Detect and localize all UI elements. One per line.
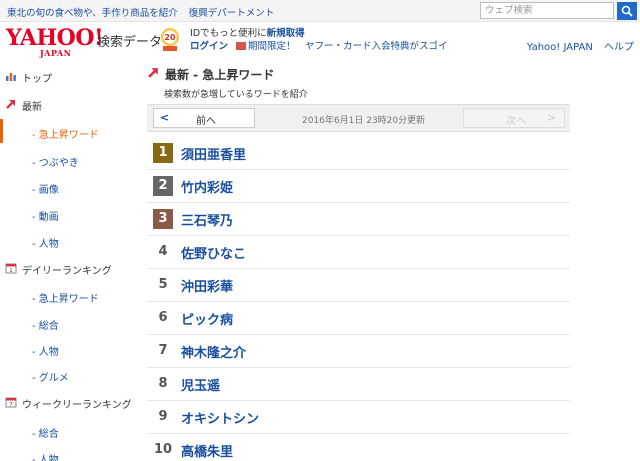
- ranking-keyword-link[interactable]: 神木隆之介: [181, 342, 246, 361]
- page-description: 検索数が急増しているワードを紹介: [164, 90, 308, 100]
- help-link[interactable]: ヘルプ: [604, 42, 634, 53]
- rank-number: 1: [153, 143, 173, 163]
- login-link[interactable]: ログイン: [190, 41, 228, 52]
- ranking-row: 2 竹内彩姫: [147, 170, 570, 203]
- sidebar-item-label: - 総合: [32, 321, 59, 332]
- sidebar-item-label: - 人物: [32, 455, 59, 461]
- sidebar-item-label: - 画像: [32, 185, 59, 196]
- ranking-row: 9 オキシトシン: [147, 401, 570, 434]
- sidebar-item-label: ウィークリーランキング: [22, 400, 132, 411]
- ranking-keyword-link[interactable]: 沖田彩華: [181, 276, 233, 295]
- rank-number: 7: [158, 343, 168, 358]
- sidebar-item-label: - 人物: [32, 347, 59, 358]
- updated-timestamp: 2016年6月1日 23時20分更新: [302, 116, 426, 126]
- ranking-row: 8 児玉遥: [147, 368, 570, 401]
- sidebar-item-label: - 総合: [32, 429, 59, 440]
- search-icon: [621, 5, 633, 17]
- ranking-row: 4 佐野ひなこ: [147, 236, 570, 269]
- sidebar-item-label: デイリーランキング: [22, 266, 112, 277]
- top-link-fukko[interactable]: 復興デパートメント: [189, 8, 275, 19]
- chevron-right-icon: >: [546, 111, 556, 124]
- chevron-left-icon: <: [160, 111, 170, 124]
- calendar-icon: 7: [5, 397, 17, 408]
- ranking-row: 1 須田亜香里: [147, 137, 570, 170]
- sidebar-item-label: トップ: [22, 74, 52, 85]
- prev-button[interactable]: < 前へ: [153, 108, 255, 128]
- ranking-keyword-link[interactable]: 高橋朱里: [181, 441, 233, 460]
- rank-number: 5: [158, 277, 168, 292]
- svg-text:7: 7: [9, 402, 12, 408]
- search-button[interactable]: [617, 2, 637, 20]
- rank-number: 6: [158, 310, 168, 325]
- trend-arrow-icon: [148, 68, 158, 78]
- rank-number: 8: [158, 376, 168, 391]
- rank-number: 10: [153, 442, 173, 457]
- top-promo-bar: 東北の旬の食べ物や、手作り商品を紹介 復興デパートメント: [0, 0, 640, 22]
- ranking-row: 7 神木隆之介: [147, 335, 570, 368]
- site-header: YAHOO! JAPAN 検索データ 20 IDでもっと便利に新規取得 ログイン…: [0, 22, 640, 62]
- anniversary-20-icon: 20: [161, 28, 179, 51]
- ranking-keyword-link[interactable]: 佐野ひなこ: [181, 243, 246, 262]
- sidebar-nav: トップ 最新 - 急上昇ワード - つぶやき - 画像 - 動画 - 人物 1 …: [0, 62, 140, 461]
- rank-number: 9: [158, 409, 168, 424]
- top-link-tohoku[interactable]: 東北の旬の食べ物や、手作り商品を紹介: [7, 8, 178, 19]
- sidebar-item-label: - つぶやき: [32, 158, 79, 169]
- campaign-link[interactable]: 期間限定！ ヤフー・カード入会特典がスゴイ: [248, 41, 448, 52]
- badge-text: 20: [164, 33, 176, 42]
- sidebar-item-label: 最新: [22, 102, 42, 113]
- ranking-keyword-link[interactable]: ピック病: [181, 309, 233, 328]
- yahoo-logo-sub: JAPAN: [40, 48, 72, 58]
- sidebar-item-label: - 人物: [32, 239, 59, 250]
- svg-text:1: 1: [9, 268, 12, 274]
- ranking-keyword-link[interactable]: 児玉遥: [181, 375, 220, 394]
- sidebar-item-label: - 動画: [32, 212, 59, 223]
- gift-icon: [236, 42, 247, 50]
- signup-link[interactable]: 新規取得: [267, 28, 305, 39]
- promo-block: IDでもっと便利に新規取得 ログイン 期間限定！ ヤフー・カード入会特典がスゴイ: [190, 27, 448, 53]
- ranking-keyword-link[interactable]: 須田亜香里: [181, 144, 246, 163]
- yahoo-japan-link[interactable]: Yahoo! JAPAN: [527, 42, 593, 53]
- web-search-input[interactable]: [480, 2, 614, 19]
- yahoo-logo[interactable]: YAHOO!: [6, 27, 104, 49]
- sidebar-item-label: - グルメ: [32, 373, 69, 384]
- page-title: 最新 - 急上昇ワード: [165, 68, 275, 82]
- sidebar-active-indicator: [0, 119, 3, 143]
- trend-arrow-icon: [6, 100, 15, 109]
- ranking-row: 3 三石琴乃: [147, 203, 570, 236]
- service-name[interactable]: 検索データ: [97, 31, 162, 50]
- ranking-keyword-link[interactable]: 竹内彩姫: [181, 177, 233, 196]
- ranking-keyword-link[interactable]: 三石琴乃: [181, 210, 233, 229]
- ranking-row: 6 ピック病: [147, 302, 570, 335]
- rank-number: 4: [158, 244, 168, 259]
- next-label: 次へ: [506, 116, 526, 127]
- rank-number: 2: [153, 176, 173, 196]
- pager-bar: < 前へ 2016年6月1日 23時20分更新 次へ >: [147, 104, 570, 132]
- chart-icon: [6, 73, 16, 81]
- header-right-links: Yahoo! JAPAN ヘルプ: [519, 38, 634, 53]
- promo-prefix: IDでもっと便利に: [190, 28, 267, 39]
- ranking-keyword-link[interactable]: オキシトシン: [181, 408, 259, 427]
- sidebar-item-label: - 急上昇ワード: [32, 130, 99, 141]
- top-links: 東北の旬の食べ物や、手作り商品を紹介 復興デパートメント: [7, 5, 282, 19]
- sidebar-item-label: - 急上昇ワード: [32, 294, 99, 305]
- next-button: 次へ >: [463, 108, 565, 128]
- calendar-icon: 1: [5, 263, 17, 274]
- rank-number: 3: [153, 209, 173, 229]
- ranking-row: 5 沖田彩華: [147, 269, 570, 302]
- prev-label: 前へ: [196, 116, 216, 127]
- ranking-row: 10 高橋朱里: [147, 434, 570, 461]
